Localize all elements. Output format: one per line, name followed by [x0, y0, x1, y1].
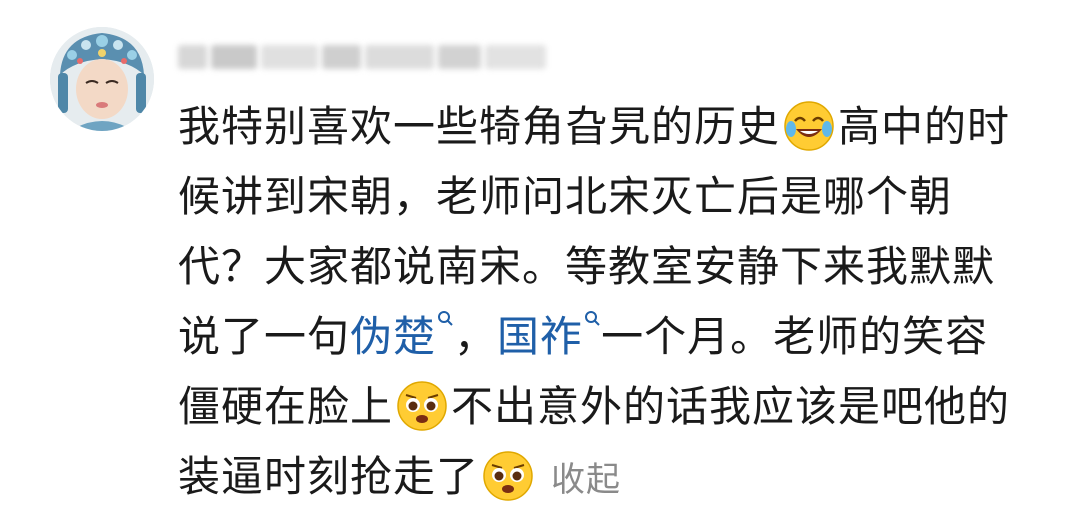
comment-text-segment: 我特别喜欢一些犄角旮旯的历史	[178, 102, 781, 151]
username-blur-segment	[260, 45, 318, 69]
search-link-label: 国祚	[497, 312, 584, 361]
search-link-weichu[interactable]: 伪楚	[350, 311, 454, 361]
comment-text-segment: 一个月。老师的笑容	[601, 312, 989, 361]
username-blur-segment	[365, 45, 434, 69]
search-link-guozuo[interactable]: 国祚	[497, 311, 601, 361]
comment-text-segment: 候讲到宋朝，老师问北宋灭亡后是哪个朝	[178, 172, 953, 221]
comment-text-segment: 说了一句	[178, 312, 351, 361]
comment-text: 我特别喜欢一些犄角旮旯的历史 高中的时 候讲到宋朝，老师问北宋灭亡后是哪个朝 代…	[178, 92, 1058, 512]
comment-line: 僵硬在脸上 不出意外的话我应该是吧他的	[178, 372, 1058, 442]
comment-card: 我特别喜欢一些犄角旮旯的历史 高中的时 候讲到宋朝，老师问北宋灭亡后是哪个朝 代…	[0, 0, 1080, 517]
comment-line: 装逼时刻抢走了 收起	[178, 442, 1058, 512]
laugh-cry-emoji-icon	[784, 100, 834, 151]
comment-text-segment: 不出意外的话我应该是吧他的	[451, 382, 1011, 431]
search-link-label: 伪楚	[350, 312, 437, 361]
username-blur-segment	[178, 45, 208, 69]
username-blur-segment	[211, 45, 257, 69]
comment-text-segment: 僵硬在脸上	[178, 382, 394, 431]
avatar[interactable]	[50, 27, 154, 131]
comment-text-segment: ，	[454, 312, 498, 361]
username-blurred[interactable]	[178, 42, 550, 72]
comment-line: 候讲到宋朝，老师问北宋灭亡后是哪个朝	[178, 162, 1058, 232]
pleading-emoji-icon	[397, 380, 447, 431]
collapse-button[interactable]: 收起	[551, 460, 621, 500]
comment-text-segment: 代？大家都说南宋。等教室安静下来我默默	[178, 242, 996, 291]
comment-text-segment: 装逼时刻抢走了	[178, 452, 480, 501]
search-icon	[438, 311, 453, 326]
avatar-image	[50, 27, 154, 131]
comment-line: 我特别喜欢一些犄角旮旯的历史 高中的时	[178, 92, 1058, 162]
pleading-emoji-icon	[483, 450, 533, 501]
comment-line: 说了一句伪楚 ，国祚 一个月。老师的笑容	[178, 302, 1058, 372]
comment-line: 代？大家都说南宋。等教室安静下来我默默	[178, 232, 1058, 302]
comment-text-segment: 高中的时	[838, 102, 1011, 151]
username-blur-segment	[321, 45, 362, 69]
search-icon	[585, 311, 600, 326]
username-blur-segment	[485, 45, 546, 69]
username-blur-segment	[437, 45, 482, 69]
